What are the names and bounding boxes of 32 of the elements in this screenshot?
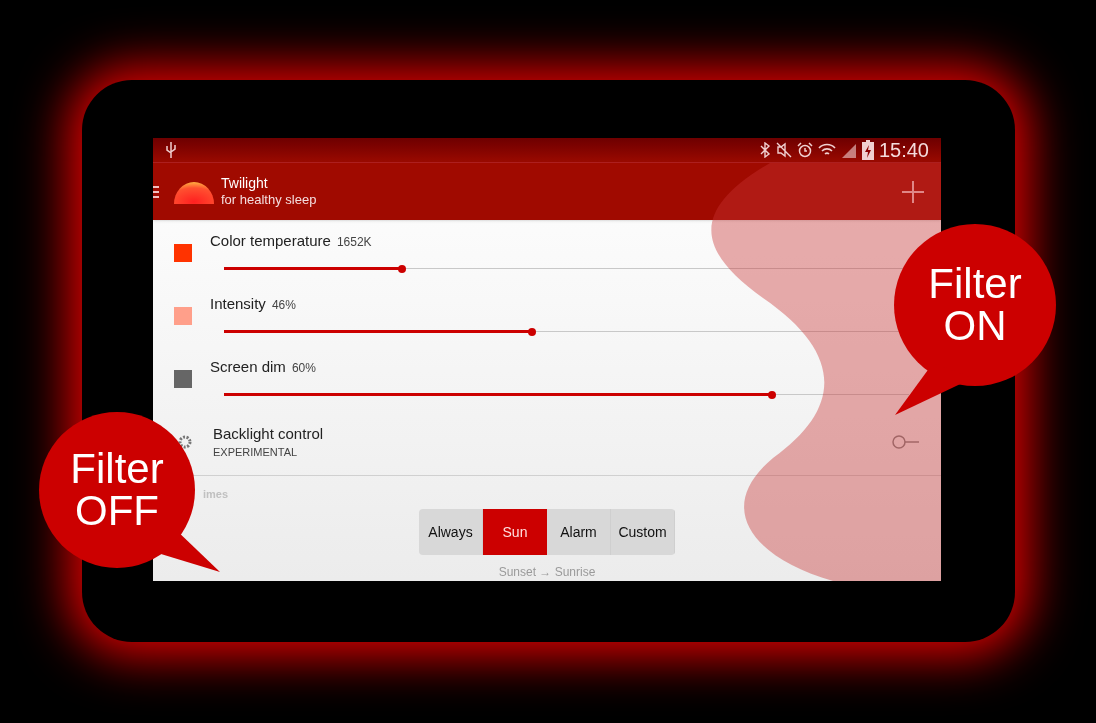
setting-value: 60% (291, 360, 316, 378)
status-time: 15:40 (878, 138, 929, 163)
alarm-icon (796, 142, 813, 158)
usb-icon (165, 141, 177, 159)
bluetooth-icon (758, 142, 771, 158)
setting-label: Screen dim (210, 357, 286, 378)
app-title: Twilight (221, 174, 269, 193)
mute-icon (775, 142, 792, 158)
setting-label: Intensity (210, 294, 266, 315)
menu-icon[interactable] (153, 184, 159, 199)
slider-thumb[interactable] (528, 327, 537, 336)
add-icon[interactable] (901, 179, 925, 204)
schedule-caption: Sunset → Sunrise (498, 564, 596, 581)
gear-icon (177, 434, 193, 451)
app-subtitle: for healthy sleep (221, 192, 317, 209)
battery-icon (861, 140, 874, 160)
wifi-icon (817, 142, 836, 158)
mode-tab[interactable]: Custom (611, 509, 675, 555)
callout-text: Filter ON (927, 263, 1023, 347)
signal-icon (840, 142, 857, 158)
mode-tab[interactable]: Sun (483, 509, 547, 555)
setting-sublabel: EXPERIMENTAL (213, 445, 299, 460)
mode-tab[interactable]: Always (419, 509, 483, 555)
mode-tab[interactable]: Alarm (547, 509, 611, 555)
setting-label: Color temperature (210, 231, 331, 252)
slider-thumb[interactable] (768, 390, 776, 399)
setting-value: 46% (271, 297, 296, 315)
setting-value: 1652K (336, 234, 372, 252)
setting-label: Backlight control (213, 425, 324, 444)
slider-thumb[interactable] (398, 264, 407, 273)
toggle-switch[interactable] (891, 433, 921, 452)
callout-text: Filter OFF (69, 448, 165, 532)
